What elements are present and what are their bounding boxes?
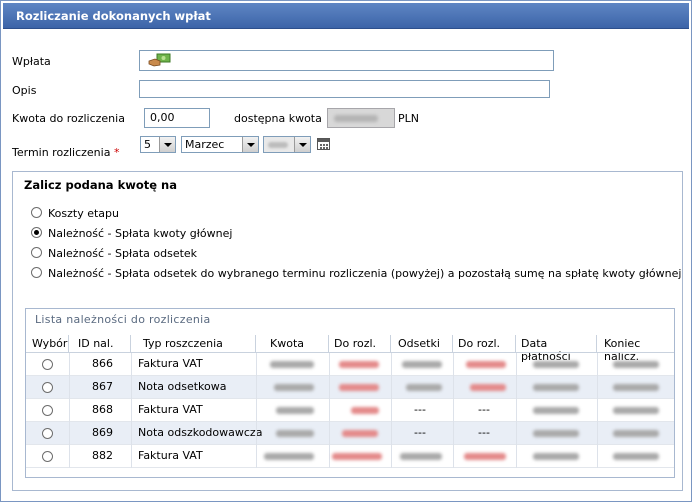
row-odsetki-blurred: [402, 361, 442, 368]
dostepna-label: dostępna kwota: [234, 112, 322, 125]
chevron-down-icon[interactable]: [294, 137, 310, 152]
row-select-radio[interactable]: [42, 428, 53, 439]
row-typ: Faktura VAT: [138, 403, 203, 416]
options-group-title: Zalicz podana kwotę na: [24, 178, 177, 192]
row-do-rozl2-blurred: [466, 361, 506, 368]
table-row[interactable]: 867 Nota odsetkowa: [26, 376, 674, 399]
table-row[interactable]: 869 Nota odszkodowawcza --- ---: [26, 422, 674, 445]
column-header: Kwota: [256, 335, 329, 353]
row-select-radio[interactable]: [42, 451, 53, 462]
year-blurred: [268, 142, 288, 148]
termin-label-text: Termin rozliczenia: [12, 146, 111, 159]
chevron-down-icon[interactable]: [159, 137, 175, 152]
year-select[interactable]: [263, 136, 311, 153]
row-typ: Nota odsetkowa: [138, 380, 227, 393]
radio-splata-odsetek-termin[interactable]: [31, 267, 42, 278]
row-kwota-blurred: [270, 361, 314, 368]
row-kwota-blurred: [276, 407, 314, 414]
row-typ: Faktura VAT: [138, 449, 203, 462]
row-data-platnosci-blurred: [533, 430, 579, 437]
month-select[interactable]: Marzec: [181, 136, 259, 153]
list-title: Lista należności do rozliczenia: [35, 313, 211, 326]
wplata-label: Wpłata: [12, 55, 51, 68]
row-id: 867: [92, 380, 113, 393]
column-header: Odsetki: [391, 335, 453, 353]
option-label: Należność - Spłata odsetek: [48, 247, 198, 260]
row-do-rozl2: ---: [478, 403, 490, 416]
row-odsetki-blurred: [400, 453, 442, 460]
row-do-rozl-blurred: [332, 453, 382, 460]
title-bar: Rozliczanie dokonanych wpłat: [3, 3, 689, 29]
row-koniec-blurred: [613, 361, 659, 368]
radio-koszty-etapu[interactable]: [31, 207, 42, 218]
column-header: Do rozl.: [329, 335, 391, 353]
row-data-platnosci-blurred: [533, 453, 579, 460]
column-header: Typ roszczenia: [131, 335, 256, 353]
kwota-input[interactable]: 0,00: [144, 108, 210, 128]
row-select-radio[interactable]: [42, 405, 53, 416]
row-do-rozl-blurred: [339, 384, 379, 391]
options-group: Zalicz podana kwotę na Koszty etapu Nale…: [12, 171, 683, 491]
column-header: ID nal.: [69, 335, 131, 353]
row-koniec-blurred: [613, 384, 659, 391]
row-odsetki-blurred: [406, 384, 442, 391]
column-header: Do rozl.: [453, 335, 516, 353]
row-do-rozl2: ---: [478, 426, 490, 439]
kwota-value: 0,00: [150, 111, 175, 124]
row-koniec-blurred: [613, 430, 659, 437]
currency-label: PLN: [398, 112, 419, 125]
wplata-field[interactable]: [139, 50, 554, 71]
calendar-icon[interactable]: [317, 138, 330, 150]
row-kwota-blurred: [264, 453, 314, 460]
row-kwota-blurred: [276, 430, 314, 437]
termin-label: Termin rozliczenia *: [12, 146, 119, 159]
row-id: 869: [92, 426, 113, 439]
row-typ: Nota odszkodowawcza: [138, 426, 263, 439]
row-koniec-blurred: [613, 407, 659, 414]
receivables-list: Lista należności do rozliczenia Wybór ID…: [25, 308, 675, 478]
row-id: 866: [92, 357, 113, 370]
kwota-label: Kwota do rozliczenia: [12, 112, 125, 125]
row-do-rozl-blurred: [339, 361, 379, 368]
column-header: Data płatności: [516, 335, 597, 363]
month-value: Marzec: [185, 138, 225, 151]
row-kwota-blurred: [274, 384, 314, 391]
day-value: 5: [144, 138, 151, 151]
row-typ: Faktura VAT: [138, 357, 203, 370]
table-row[interactable]: 866 Faktura VAT: [26, 353, 674, 376]
row-id: 882: [92, 449, 113, 462]
row-data-platnosci-blurred: [533, 407, 579, 414]
row-data-platnosci-blurred: [533, 384, 579, 391]
row-do-rozl2-blurred: [464, 453, 506, 460]
opis-input[interactable]: [139, 80, 550, 98]
row-odsetki: ---: [414, 426, 426, 439]
column-header: Koniec nalicz.: [604, 337, 641, 363]
required-mark: *: [113, 146, 120, 159]
row-koniec-blurred: [613, 453, 659, 460]
row-do-rozl-blurred: [342, 430, 378, 437]
dostepna-blurred: [334, 115, 378, 122]
row-data-platnosci-blurred: [533, 361, 579, 368]
option-label: Należność - Spłata kwoty głównej: [48, 227, 233, 240]
payment-icon: [148, 53, 171, 67]
window-title: Rozliczanie dokonanych wpłat: [16, 9, 211, 23]
dostepna-value: [327, 108, 395, 128]
table-row[interactable]: 868 Faktura VAT --- ---: [26, 399, 674, 422]
radio-splata-odsetek[interactable]: [31, 247, 42, 258]
window: Rozliczanie dokonanych wpłat Wpłata Opis…: [0, 0, 692, 502]
row-select-radio[interactable]: [42, 359, 53, 370]
row-do-rozl2-blurred: [470, 384, 506, 391]
option-label: Koszty etapu: [48, 207, 119, 220]
opis-label: Opis: [12, 84, 37, 97]
day-select[interactable]: 5: [140, 136, 176, 153]
row-select-radio[interactable]: [42, 382, 53, 393]
row-odsetki: ---: [414, 403, 426, 416]
chevron-down-icon[interactable]: [242, 137, 258, 152]
row-do-rozl-blurred: [351, 407, 379, 414]
option-label: Należność - Spłata odsetek do wybranego …: [48, 267, 682, 280]
radio-splata-kwoty-glownej[interactable]: [31, 227, 42, 238]
column-header: Wybór: [26, 335, 69, 353]
table-row[interactable]: 882 Faktura VAT: [26, 445, 674, 468]
row-id: 868: [92, 403, 113, 416]
